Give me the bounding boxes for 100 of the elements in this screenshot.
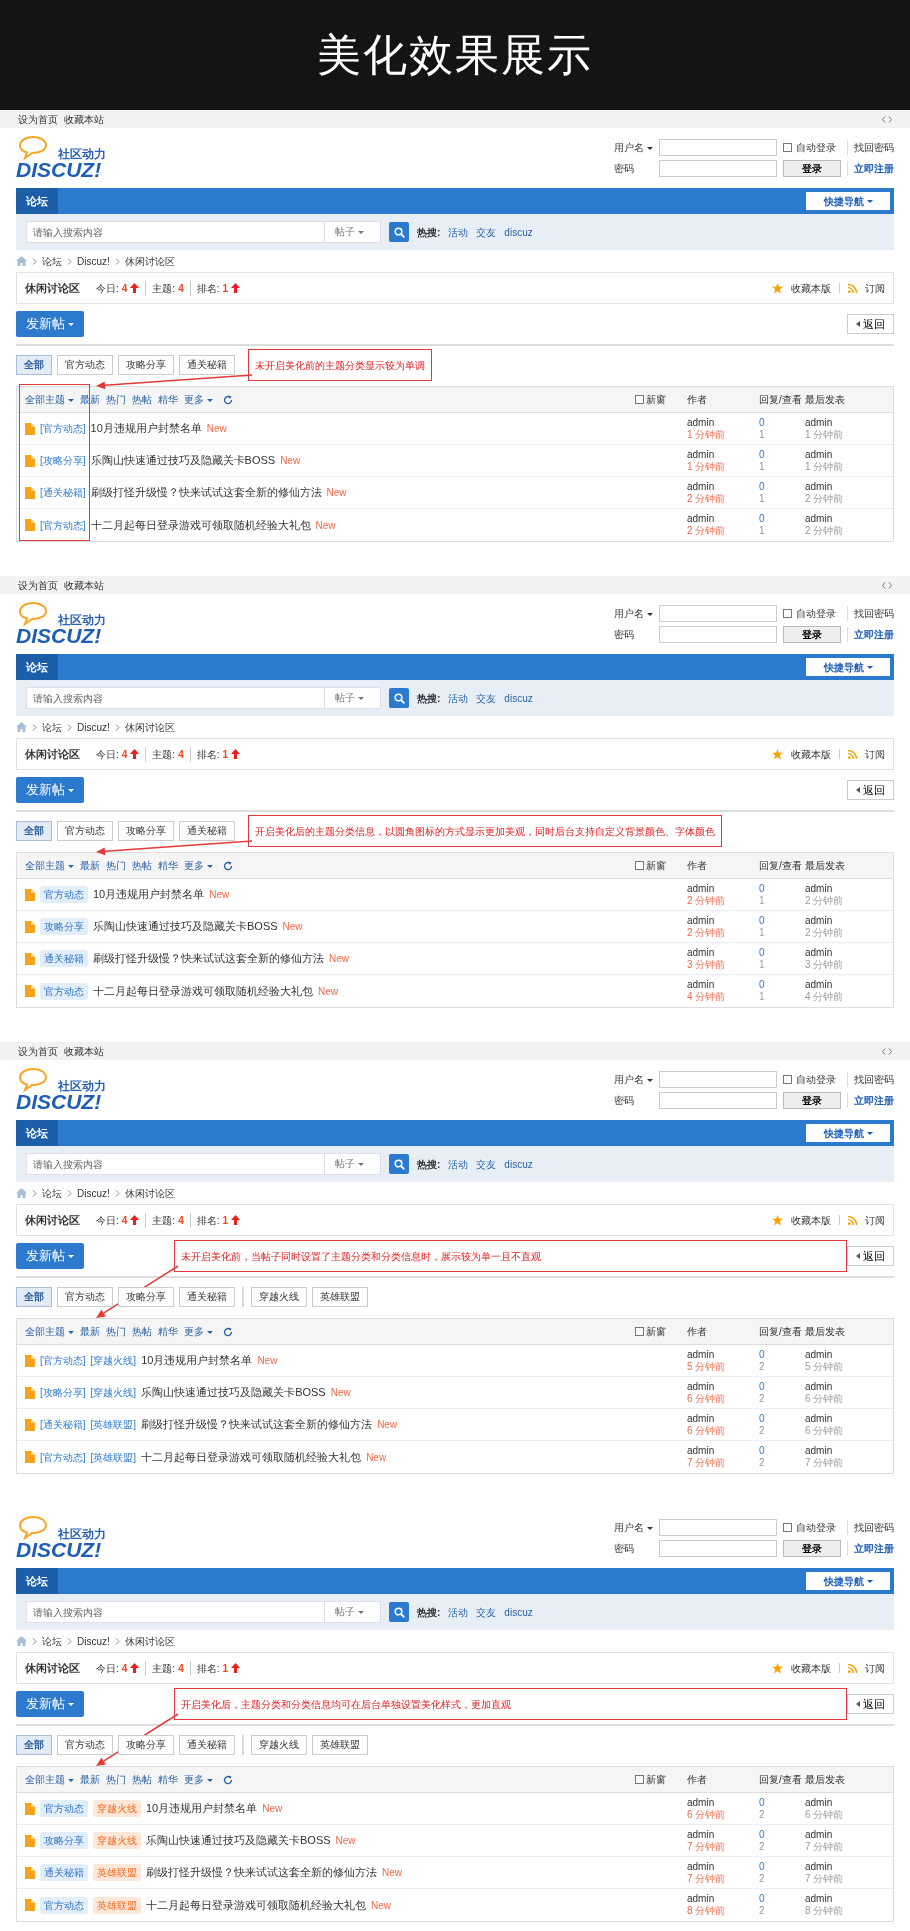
- filter-tab[interactable]: 全部: [16, 1735, 52, 1755]
- back-button[interactable]: 返回: [847, 780, 894, 800]
- checkbox[interactable]: [635, 395, 644, 404]
- checkbox[interactable]: [783, 143, 792, 152]
- breadcrumb-link[interactable]: 论坛: [42, 1633, 62, 1649]
- logo[interactable]: 社区动力 DISCUZ!: [16, 601, 126, 647]
- filter-tab[interactable]: 攻略分享: [118, 1287, 174, 1307]
- filter-tab[interactable]: 全部: [16, 355, 52, 375]
- category-tag[interactable]: 攻略分享: [40, 1832, 88, 1849]
- search-button[interactable]: [389, 222, 409, 242]
- breadcrumb-link[interactable]: 论坛: [42, 719, 62, 735]
- category-link[interactable]: [穿越火线]: [90, 1385, 137, 1400]
- category-link[interactable]: [官方动态]: [40, 1449, 86, 1465]
- login-button[interactable]: 登录: [783, 626, 841, 643]
- author-link[interactable]: admin: [687, 448, 715, 460]
- thread-title[interactable]: 乐陶山快速通过技巧及隐藏关卡BOSS: [141, 1384, 326, 1401]
- username-field[interactable]: [659, 605, 777, 622]
- top-link[interactable]: 设为首页: [18, 111, 58, 127]
- username-field[interactable]: [659, 1519, 777, 1536]
- favorite-link[interactable]: 收藏本版: [791, 1212, 831, 1228]
- filter-link[interactable]: 更多: [184, 1772, 213, 1787]
- filter-tab[interactable]: 穿越火线: [251, 1735, 307, 1755]
- new-post-button[interactable]: 发新帖: [16, 1691, 84, 1717]
- checkbox[interactable]: [635, 1327, 644, 1336]
- username-label[interactable]: 用户名: [614, 1520, 653, 1535]
- nav-tab[interactable]: 论坛: [16, 1120, 58, 1146]
- filter-tab[interactable]: 攻略分享: [118, 1735, 174, 1755]
- arrows-icon[interactable]: [882, 1047, 892, 1055]
- last-poster-link[interactable]: admin: [805, 448, 833, 460]
- checkbox[interactable]: [783, 609, 792, 618]
- username-label[interactable]: 用户名: [614, 1072, 653, 1087]
- back-button[interactable]: 返回: [847, 314, 894, 334]
- filter-tab[interactable]: 通关秘籍: [179, 821, 235, 841]
- hot-search-link[interactable]: 交友: [476, 690, 497, 706]
- register-link[interactable]: 立即注册: [847, 627, 894, 642]
- username-field[interactable]: [659, 139, 777, 156]
- password-field[interactable]: [659, 1092, 777, 1109]
- breadcrumb-link[interactable]: Discuz!: [77, 719, 110, 735]
- filter-link[interactable]: 热门: [106, 858, 126, 873]
- favorite-link[interactable]: 收藏本版: [791, 280, 831, 296]
- filter-link[interactable]: 热门: [106, 1772, 126, 1787]
- quick-nav-button[interactable]: 快捷导航: [806, 1124, 890, 1142]
- filter-link[interactable]: 最新: [80, 1772, 100, 1787]
- hot-search-link[interactable]: discuz: [504, 1156, 533, 1172]
- author-link[interactable]: admin: [687, 1412, 715, 1424]
- thread-title[interactable]: 乐陶山快速通过技巧及隐藏关卡BOSS: [93, 918, 278, 935]
- last-poster-link[interactable]: admin: [805, 1348, 833, 1360]
- thread-title[interactable]: 刷级打怪升级慢？快来试试这套全新的修仙方法: [141, 1416, 373, 1433]
- top-link[interactable]: 收藏本站: [64, 1043, 104, 1059]
- back-button[interactable]: 返回: [847, 1246, 894, 1266]
- login-button[interactable]: 登录: [783, 1092, 841, 1109]
- hot-search-link[interactable]: 活动: [448, 690, 469, 706]
- arrows-icon[interactable]: [882, 115, 892, 123]
- category-link[interactable]: [英雄联盟]: [90, 1417, 137, 1432]
- thread-title[interactable]: 十二月起每日登录游戏可领取随机经验大礼包: [141, 1448, 362, 1466]
- quick-nav-button[interactable]: 快捷导航: [806, 658, 890, 676]
- nav-tab[interactable]: 论坛: [16, 188, 58, 214]
- last-poster-link[interactable]: admin: [805, 914, 833, 926]
- thread-title[interactable]: 十二月起每日登录游戏可领取随机经验大礼包: [93, 982, 313, 1000]
- filter-link[interactable]: 更多: [184, 392, 213, 407]
- breadcrumb-link[interactable]: 休闲讨论区: [124, 253, 175, 269]
- thread-title[interactable]: 刷级打怪升级慢？快来试试这套全新的修仙方法: [146, 1864, 377, 1881]
- filter-link[interactable]: 热帖: [132, 1324, 152, 1339]
- last-poster-link[interactable]: admin: [805, 1412, 833, 1424]
- breadcrumb-link[interactable]: 休闲讨论区: [124, 719, 175, 735]
- last-poster-link[interactable]: admin: [805, 946, 833, 958]
- category-link[interactable]: [通关秘籍]: [40, 485, 86, 500]
- subscribe-link[interactable]: 订阅: [865, 1660, 885, 1676]
- breadcrumb-link[interactable]: Discuz!: [77, 1633, 110, 1649]
- search-field[interactable]: 请输入搜索内容 帖子: [26, 1153, 381, 1175]
- forgot-password-link[interactable]: 找回密码: [847, 1520, 894, 1535]
- author-link[interactable]: admin: [687, 1893, 715, 1904]
- hot-search-link[interactable]: 活动: [448, 1156, 469, 1172]
- refresh-icon[interactable]: [223, 394, 233, 405]
- filter-link[interactable]: 精华: [158, 1772, 178, 1787]
- thread-title[interactable]: 刷级打怪升级慢？快来试试这套全新的修仙方法: [93, 950, 324, 967]
- category-tag[interactable]: 通关秘籍: [40, 950, 88, 967]
- scope-dropdown[interactable]: 帖子: [324, 1602, 380, 1622]
- last-poster-link[interactable]: admin: [805, 979, 833, 990]
- author-link[interactable]: admin: [687, 1828, 715, 1840]
- filter-tab[interactable]: 攻略分享: [118, 355, 174, 375]
- thread-title[interactable]: 10月违规用户封禁名单: [141, 1352, 253, 1369]
- hot-search-link[interactable]: discuz: [504, 1604, 533, 1620]
- filter-tab[interactable]: 官方动态: [57, 355, 113, 375]
- last-poster-link[interactable]: admin: [805, 1893, 833, 1904]
- hot-search-link[interactable]: 活动: [448, 224, 469, 240]
- breadcrumb-link[interactable]: 休闲讨论区: [124, 1185, 175, 1201]
- logo[interactable]: 社区动力 DISCUZ!: [16, 1067, 126, 1113]
- quick-nav-button[interactable]: 快捷导航: [806, 1572, 890, 1590]
- last-poster-link[interactable]: admin: [805, 882, 833, 894]
- thread-title[interactable]: 刷级打怪升级慢？快来试试这套全新的修仙方法: [90, 484, 322, 501]
- hot-search-link[interactable]: 交友: [476, 224, 497, 240]
- filter-tab[interactable]: 攻略分享: [118, 821, 174, 841]
- breadcrumb-link[interactable]: Discuz!: [77, 253, 110, 269]
- author-link[interactable]: admin: [687, 1796, 715, 1808]
- filter-link[interactable]: 热帖: [132, 392, 152, 407]
- category-link[interactable]: [攻略分享]: [40, 1385, 86, 1400]
- username-label[interactable]: 用户名: [614, 606, 653, 621]
- thread-title[interactable]: 乐陶山快速通过技巧及隐藏关卡BOSS: [146, 1832, 331, 1849]
- username-field[interactable]: [659, 1071, 777, 1088]
